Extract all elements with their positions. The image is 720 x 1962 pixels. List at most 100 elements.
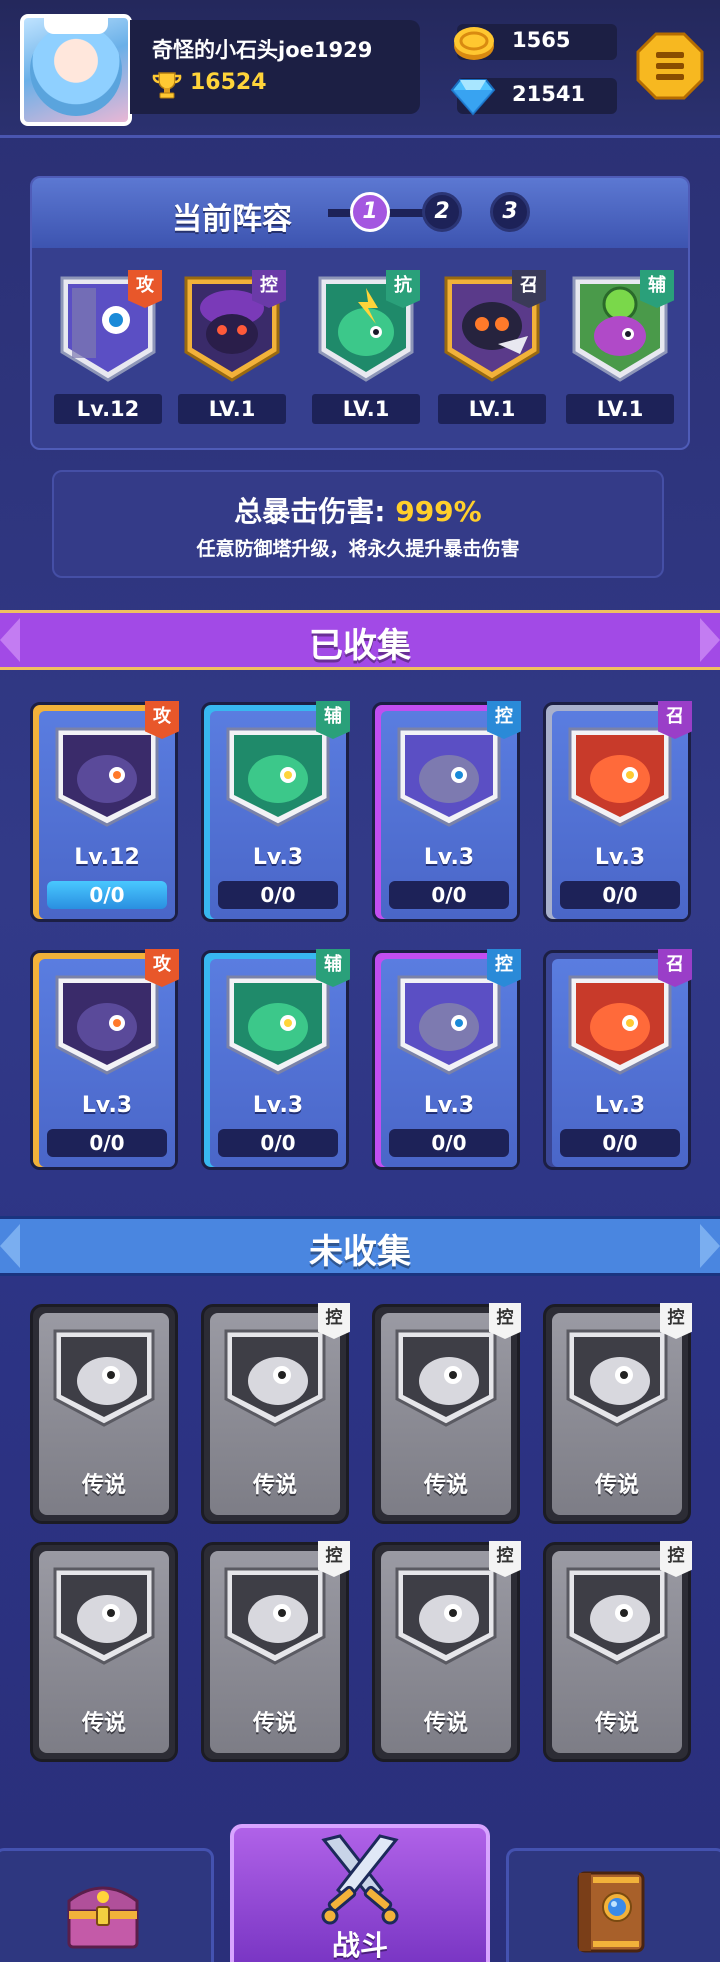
card-level: Lv.3 — [423, 1093, 475, 1118]
rarity-label: 传说 — [423, 1711, 468, 1736]
locked-hero-portrait — [395, 1329, 497, 1427]
lineup-hero-5-level: LV.1 — [566, 394, 674, 424]
rarity-label: 传说 — [252, 1473, 297, 1498]
rarity-label: 传说 — [423, 1473, 468, 1498]
uncollected-card[interactable]: 传说 控 — [543, 1303, 692, 1524]
hero-portrait — [226, 975, 330, 1075]
card-body: 传说 — [210, 1313, 340, 1515]
card-body: Lv.3 0/0 — [552, 711, 688, 919]
card-body: 传说 — [39, 1551, 169, 1753]
card-level: Lv.3 — [252, 1093, 304, 1118]
card-tag: 攻 — [145, 949, 179, 987]
lineup-hero-3-level: LV.1 — [312, 394, 420, 424]
rarity-label: 传说 — [594, 1473, 639, 1498]
hero-portrait — [397, 975, 501, 1075]
locked-hero-portrait — [53, 1567, 155, 1665]
player-profile[interactable]: 奇怪的小石头joe1929 16524 — [130, 20, 420, 114]
crossed-swords-icon — [321, 1834, 399, 1925]
hero-tag: 抗 — [386, 270, 420, 308]
uncollected-card[interactable]: 传说 — [30, 1542, 178, 1762]
locked-hero-portrait — [224, 1329, 326, 1427]
lineup-slot-3[interactable]: 3 — [490, 192, 530, 232]
card-tag: 控 — [489, 1303, 521, 1339]
card-body: 传说 — [381, 1313, 511, 1515]
card-tag: 召 — [658, 949, 692, 987]
uncollected-card[interactable]: 传说 控 — [372, 1541, 521, 1762]
rarity-label: 传说 — [81, 1711, 126, 1736]
collected-card[interactable]: Lv.3 0/0 辅 — [201, 701, 350, 922]
uncollected-card[interactable]: 传说 — [30, 1304, 178, 1524]
lineup-hero-1[interactable]: 攻 — [58, 270, 162, 382]
player-name: 奇怪的小石头joe1929 — [152, 38, 373, 62]
collected-card[interactable]: Lv.3 0/0 控 — [372, 701, 521, 922]
lineup-hero-2[interactable]: 控 — [182, 270, 286, 382]
card-body: Lv.3 0/0 — [552, 959, 688, 1167]
card-progress: 0/0 — [218, 881, 338, 909]
collected-card[interactable]: Lv.12 0/0 攻 — [30, 701, 179, 922]
lineup-hero-3[interactable]: 抗 — [316, 270, 420, 382]
card-tag: 辅 — [316, 949, 350, 987]
crit-value: 999% — [395, 495, 482, 528]
card-tag: 控 — [318, 1541, 350, 1577]
avatar[interactable] — [20, 14, 132, 126]
coin-value: 1565 — [512, 28, 571, 52]
trophy-count: 16524 — [190, 70, 267, 95]
uncollected-title: 未收集 — [309, 1232, 411, 1272]
collected-card[interactable]: Lv.3 0/0 辅 — [201, 949, 350, 1170]
diamond-icon — [450, 79, 496, 116]
treasure-chest-icon — [67, 1886, 139, 1949]
card-progress: 0/0 — [47, 1129, 167, 1157]
locked-hero-portrait — [566, 1567, 668, 1665]
collected-card[interactable]: Lv.3 0/0 召 — [543, 701, 692, 922]
lineup-slot-1[interactable]: 1 — [350, 192, 390, 232]
nav-treasure-tab[interactable] — [0, 1848, 214, 1962]
locked-hero-portrait — [224, 1567, 326, 1665]
nav-battle-tab[interactable]: 战斗 — [230, 1824, 490, 1962]
lineup-header: 当前阵容 1 2 3 — [32, 178, 688, 248]
nav-book-tab[interactable] — [506, 1848, 720, 1962]
card-body: Lv.3 0/0 — [210, 959, 346, 1167]
hero-portrait — [55, 975, 159, 1075]
collected-title: 已收集 — [309, 626, 411, 666]
card-tag: 控 — [660, 1541, 692, 1577]
crit-panel: 总暴击伤害: 999% 任意防御塔升级，将永久提升暴击伤害 — [52, 470, 664, 578]
collected-card[interactable]: Lv.3 0/0 攻 — [30, 949, 179, 1170]
card-tag: 控 — [660, 1303, 692, 1339]
rarity-label: 传说 — [594, 1711, 639, 1736]
uncollected-card[interactable]: 传说 控 — [372, 1303, 521, 1524]
uncollected-card[interactable]: 传说 控 — [543, 1541, 692, 1762]
lineup-panel: 当前阵容 1 2 3 攻 Lv.12 控 LV.1 抗 LV.1 召 LV.1 … — [30, 176, 690, 450]
card-tag: 控 — [487, 701, 521, 739]
lineup-hero-4[interactable]: 召 — [442, 270, 546, 382]
card-progress: 0/0 — [218, 1129, 338, 1157]
card-body: 传说 — [552, 1551, 682, 1753]
spellbook-icon — [577, 1871, 645, 1953]
card-tag: 控 — [318, 1303, 350, 1339]
lineup-slot-2[interactable]: 2 — [422, 192, 462, 232]
uncollected-card[interactable]: 传说 控 — [201, 1303, 350, 1524]
card-body: Lv.3 0/0 — [381, 959, 517, 1167]
trophy-icon — [152, 72, 182, 99]
crit-label: 总暴击伤害: — [234, 495, 386, 528]
card-tag: 辅 — [316, 701, 350, 739]
diamond-value: 21541 — [512, 82, 586, 106]
hero-portrait — [568, 975, 672, 1075]
card-body: Lv.12 0/0 — [39, 711, 175, 919]
card-level: Lv.3 — [252, 845, 304, 870]
lineup-hero-5[interactable]: 辅 — [570, 270, 674, 382]
card-body: Lv.3 0/0 — [39, 959, 175, 1167]
uncollected-card[interactable]: 传说 控 — [201, 1541, 350, 1762]
card-level: Lv.3 — [81, 1093, 133, 1118]
card-progress: 0/0 — [47, 881, 167, 909]
collected-card[interactable]: Lv.3 0/0 控 — [372, 949, 521, 1170]
card-progress: 0/0 — [560, 881, 680, 909]
coin-icon — [454, 27, 494, 60]
lineup-hero-1-level: Lv.12 — [54, 394, 162, 424]
collected-card[interactable]: Lv.3 0/0 召 — [543, 949, 692, 1170]
menu-button[interactable] — [636, 32, 704, 100]
card-progress: 0/0 — [389, 881, 509, 909]
lineup-hero-2-level: LV.1 — [178, 394, 286, 424]
card-level: Lv.3 — [594, 1093, 646, 1118]
card-level: Lv.12 — [74, 845, 140, 870]
hero-portrait — [397, 727, 501, 827]
